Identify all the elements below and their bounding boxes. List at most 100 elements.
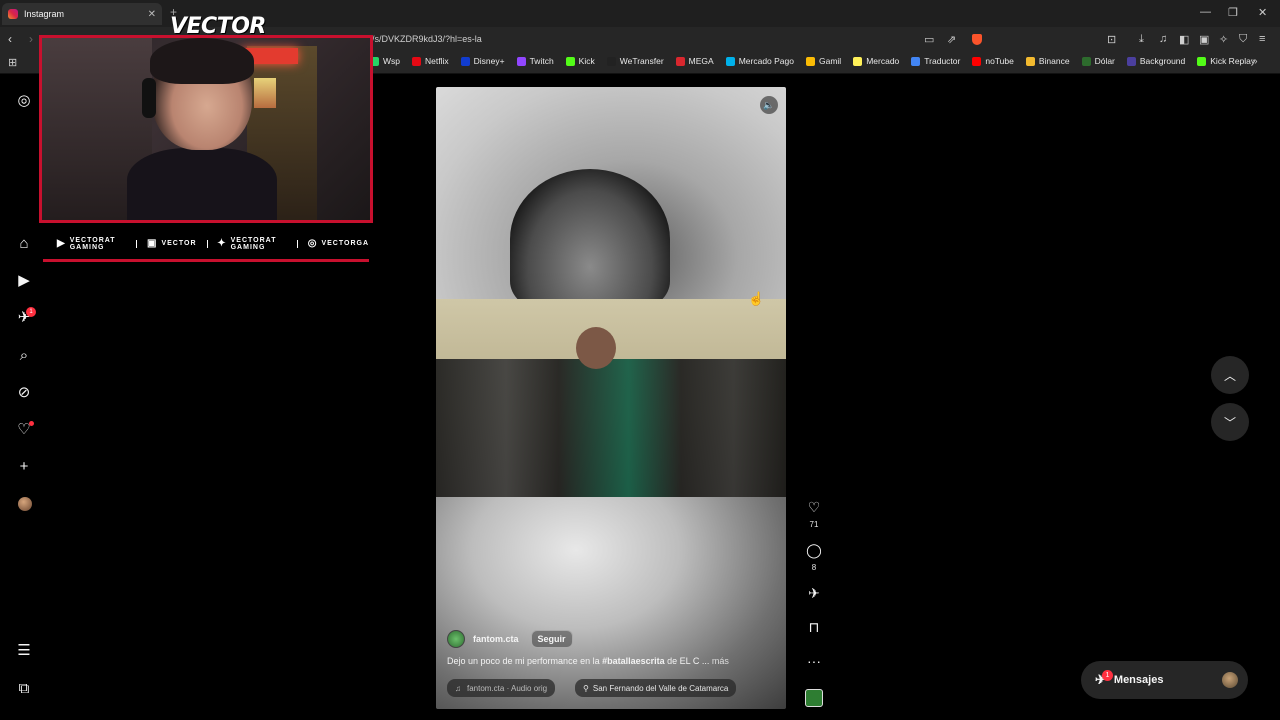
bookmark-label: Traductor <box>924 56 961 66</box>
menu-icon[interactable]: ≡ <box>1259 33 1265 45</box>
bookmark-item[interactable]: Binance <box>1025 56 1070 66</box>
bookmark-item[interactable]: Gamil <box>806 56 841 66</box>
streamer-brand-logo: VECTOR <box>170 14 266 39</box>
wallet-icon[interactable]: ▣ <box>1199 33 1209 46</box>
bookmark-favicon-icon <box>1025 56 1035 66</box>
bookmark-favicon-icon <box>606 56 616 66</box>
bookmark-item[interactable]: Disney+ <box>460 56 505 66</box>
close-window-button[interactable]: ✕ <box>1258 6 1267 19</box>
download-icon[interactable]: ⤓ <box>1139 33 1144 46</box>
home-icon[interactable]: ⌂ <box>14 233 34 253</box>
bookmark-favicon-icon <box>675 56 685 66</box>
instagram-icon: ◎ <box>307 238 318 249</box>
instagram-logo-icon[interactable]: ◎ <box>14 90 34 110</box>
twitch-icon: ▣ <box>147 238 158 249</box>
audio-chip[interactable]: ♫ fantom.cta · Audio orig <box>447 679 556 697</box>
save-bookmark-icon[interactable]: ⊓ <box>803 619 825 636</box>
audio-thumbnail[interactable] <box>805 689 823 707</box>
social-separator <box>136 239 137 248</box>
bookmark-item[interactable]: Wsp <box>370 56 400 66</box>
bookmark-label: Kick Replay <box>1210 56 1256 66</box>
reels-icon[interactable]: ▶ <box>14 270 34 290</box>
media-icon[interactable]: ♫ <box>1159 33 1167 45</box>
bookmark-item[interactable]: MEGA <box>675 56 714 66</box>
bookmark-item[interactable]: noTube <box>972 56 1014 66</box>
share-send-icon[interactable]: ✈ <box>803 585 825 602</box>
bookmark-item[interactable]: Mercado Pago <box>725 56 794 66</box>
apps-grid-icon[interactable]: ⊞ <box>8 56 17 69</box>
messages-label: Mensajes <box>1113 674 1164 686</box>
minimize-button[interactable]: — <box>1200 6 1211 18</box>
create-icon[interactable]: + <box>14 456 34 476</box>
brave-shield-icon[interactable] <box>972 34 982 45</box>
volume-icon[interactable]: 🔈 <box>760 96 778 114</box>
instagram-favicon-icon <box>8 9 18 19</box>
bookmark-item[interactable]: Traductor <box>911 56 960 66</box>
bookmark-label: Background <box>1139 56 1186 66</box>
caption-text: Dejo un poco de mi performance en la <box>447 656 603 666</box>
bookmark-favicon-icon <box>1126 56 1136 66</box>
url-field[interactable]: /s/DVKZDR9kdJ3/?hl=es-la <box>372 34 482 44</box>
forward-icon[interactable]: › <box>29 32 33 46</box>
comment-icon[interactable]: ◯ <box>803 542 825 559</box>
previous-reel-button[interactable]: ︿ <box>1211 356 1249 394</box>
profile-avatar[interactable] <box>18 497 32 511</box>
bookmark-label: Binance <box>1038 56 1070 66</box>
bookmark-item[interactable]: Kick <box>565 56 595 66</box>
reel-frame-top <box>436 87 786 309</box>
more-menu-icon[interactable]: ☰ <box>14 640 34 660</box>
author-avatar[interactable] <box>447 630 465 648</box>
bookmark-favicon-icon <box>911 56 921 66</box>
bookmark-label: Wsp <box>383 56 400 66</box>
bookmark-label: Gamil <box>819 56 842 66</box>
post-author: fantom.cta Seguir <box>447 630 573 648</box>
bookmark-label: Mercado <box>866 56 900 66</box>
caption-hashtag[interactable]: #batallaescrita <box>602 656 665 666</box>
sidebar-toggle-icon[interactable]: ◧ <box>1179 33 1189 46</box>
bookmark-label: WeTransfer <box>619 56 664 66</box>
caption-text-end: de EL C ... <box>664 656 712 666</box>
follow-button[interactable]: Seguir <box>530 630 573 648</box>
author-username[interactable]: fantom.cta <box>473 634 519 644</box>
back-icon[interactable]: ‹ <box>8 32 12 46</box>
also-from-meta-icon[interactable]: ⧉ <box>14 678 34 698</box>
more-options-icon[interactable]: ··· <box>803 653 825 669</box>
bookmark-item[interactable]: Background <box>1126 56 1186 66</box>
search-icon[interactable]: ⌕ <box>14 345 34 365</box>
maximize-button[interactable]: ❐ <box>1228 6 1238 19</box>
messages-badge: 1 <box>26 307 36 317</box>
next-reel-button[interactable]: ﹀ <box>1211 403 1249 441</box>
reel-frame-middle <box>436 299 786 499</box>
bookmark-item[interactable]: WeTransfer <box>606 56 664 66</box>
bookmark-favicon-icon <box>972 56 982 66</box>
post-caption: Dejo un poco de mi performance en la #ba… <box>447 656 729 666</box>
caption-more-link[interactable]: más <box>712 656 729 666</box>
bookmarks-more-icon[interactable]: » <box>1252 56 1258 67</box>
bookmark-item[interactable]: Dólar <box>1081 56 1115 66</box>
bookmark-item[interactable]: Mercado <box>853 56 899 66</box>
tab-search-icon[interactable]: ⊡ <box>1107 33 1116 46</box>
chevron-down-icon: ﹀ <box>1223 415 1236 430</box>
location-chip[interactable]: ⚲ San Fernando del Valle de Catamarca <box>575 679 737 697</box>
share-icon[interactable]: ⇗ <box>947 33 956 46</box>
explore-icon[interactable]: ⊘ <box>14 382 34 402</box>
bookmark-item[interactable]: Twitch <box>516 56 554 66</box>
bookmark-item[interactable]: Netflix <box>412 56 449 66</box>
leo-ai-icon[interactable]: ✧ <box>1219 33 1228 46</box>
tab-close-icon[interactable]: ✕ <box>148 9 156 20</box>
reel-video[interactable] <box>436 87 786 709</box>
reel-frame-bottom <box>436 497 786 709</box>
social-handle: VECTORAT GAMING <box>230 236 277 251</box>
social-separator <box>206 239 208 248</box>
vpn-icon[interactable]: ⛉ <box>1239 33 1247 46</box>
cast-icon[interactable]: ▭ <box>924 33 934 46</box>
notifications-dot <box>29 421 34 426</box>
bookmark-item[interactable]: Kick Replay <box>1197 56 1255 66</box>
bookmark-favicon-icon <box>412 56 421 66</box>
like-heart-icon[interactable]: ♡ <box>803 499 825 516</box>
social-item: ▣ VECTOR <box>147 238 197 249</box>
bookmark-favicon-icon <box>565 56 575 66</box>
browser-tab-instagram[interactable]: Instagram ✕ <box>2 3 162 25</box>
bookmark-label: Mercado Pago <box>738 56 794 66</box>
comment-count: 8 <box>811 563 817 572</box>
